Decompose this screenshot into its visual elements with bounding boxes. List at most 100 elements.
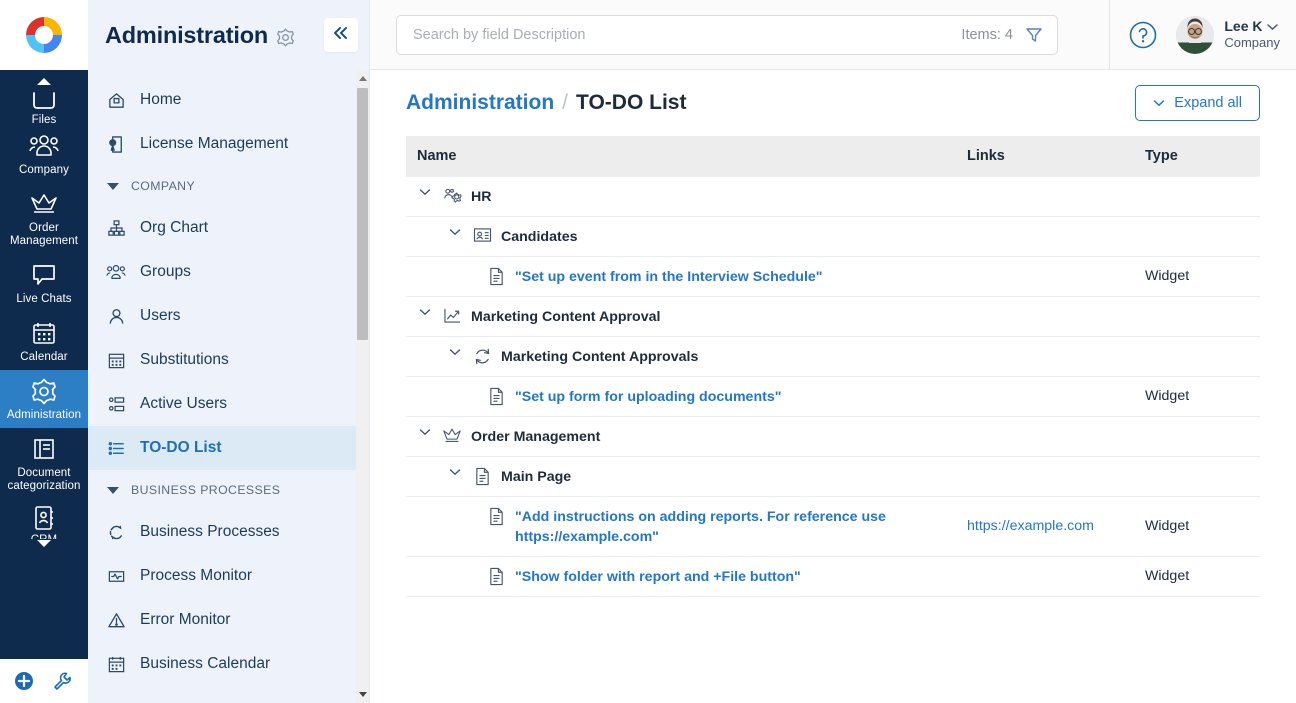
row-name-link[interactable]: "Set up event from in the Interview Sche…	[515, 266, 823, 287]
chevron-down-icon[interactable]	[447, 226, 463, 236]
sidebar-item-business-processes[interactable]: Business Processes	[88, 510, 369, 554]
crown-icon	[442, 426, 462, 444]
sidebar-item-process-monitor[interactable]: Process Monitor	[88, 554, 369, 598]
license-icon	[105, 135, 127, 154]
table-row[interactable]: "Set up event from in the Interview Sche…	[406, 256, 1260, 297]
user-menu[interactable]: Lee K Company	[1176, 15, 1280, 54]
search-container: Items: 4	[370, 14, 1109, 55]
expand-all-label: Expand all	[1174, 95, 1242, 111]
sidebar-item-business-calendar[interactable]: Business Calendar	[88, 642, 369, 686]
add-icon[interactable]	[14, 671, 34, 691]
rail-bottom-bar	[0, 659, 88, 703]
rail-scroll-up-icon[interactable]	[37, 78, 51, 85]
rail-item-calendar[interactable]: Calendar	[0, 312, 88, 370]
scroll-down-arrow-icon[interactable]	[359, 692, 367, 697]
help-circle-icon[interactable]	[1128, 20, 1158, 50]
table-row[interactable]: "Show folder with report and +File butto…	[406, 556, 1260, 597]
app-logo[interactable]	[0, 0, 88, 70]
rail-item-files[interactable]: Files	[0, 85, 88, 125]
column-header-links: Links	[956, 136, 1134, 176]
table-row[interactable]: Marketing Content Approvals	[406, 336, 1260, 377]
process-icon	[105, 523, 127, 542]
chevron-down-icon[interactable]	[447, 346, 463, 356]
wrench-icon[interactable]	[52, 671, 72, 691]
row-name-link[interactable]: "Set up form for uploading documents"	[515, 386, 781, 407]
rail-scroll-down-icon[interactable]	[37, 540, 51, 547]
chevron-down-icon[interactable]	[417, 426, 433, 436]
rail-item-crm[interactable]: CRM	[0, 499, 88, 539]
table-row[interactable]: Candidates	[406, 216, 1260, 257]
rail-item-document-categorization[interactable]: Document categorization	[0, 428, 88, 499]
substitutions-icon	[105, 351, 127, 370]
cell-type	[1134, 216, 1260, 257]
chevron-down-icon[interactable]	[417, 306, 433, 316]
sidebar-item-label: Home	[140, 91, 182, 108]
column-header-type: Type	[1134, 136, 1260, 176]
row-name-link[interactable]: "Add instructions on adding reports. For…	[515, 506, 956, 547]
row-name: HR	[471, 188, 492, 205]
row-name-link[interactable]: "Show folder with report and +File butto…	[515, 566, 801, 587]
sidebar-item-home[interactable]: Home	[88, 78, 369, 122]
chevron-down-icon[interactable]	[417, 186, 433, 196]
sidebar-item-label: Business Calendar	[140, 655, 271, 672]
rail-item-live-chats[interactable]: Live Chats	[0, 254, 88, 312]
cell-type	[1134, 456, 1260, 497]
sidebar-item-error-monitor[interactable]: Error Monitor	[88, 598, 369, 642]
cell-name: Main Page	[406, 456, 956, 497]
row-name: Order Management	[471, 428, 601, 445]
table-row[interactable]: "Set up form for uploading documents" Wi…	[406, 376, 1260, 417]
search-box[interactable]: Items: 4	[396, 14, 1058, 55]
sidebar-scrollbar-thumb[interactable]	[357, 88, 368, 340]
table-row[interactable]: HR	[406, 175, 1260, 217]
cell-name: Marketing Content Approvals	[406, 336, 956, 377]
caret-down-icon	[107, 182, 119, 190]
content-area: Administration / TO-DO List Expand all N…	[370, 70, 1296, 703]
gear-icon[interactable]	[276, 24, 295, 47]
breadcrumb-parent[interactable]: Administration	[406, 91, 554, 115]
sidebar-group-business-processes[interactable]: BUSINESS PROCESSES	[88, 470, 369, 510]
page-title: TO-DO List	[576, 91, 687, 114]
items-count-label: Items: 4	[961, 26, 1013, 43]
chevron-down-icon[interactable]	[447, 466, 463, 476]
expand-all-button[interactable]: Expand all	[1135, 85, 1260, 121]
sidebar-item-label: Org Chart	[140, 219, 209, 236]
rail-item-company[interactable]: Company	[0, 125, 88, 183]
sidebar-collapse-button[interactable]	[324, 18, 358, 52]
warning-icon	[105, 611, 127, 630]
sidebar-item-org-chart[interactable]: Org Chart	[88, 206, 369, 250]
row-name: Marketing Content Approvals	[501, 348, 699, 365]
table-row[interactable]: Order Management	[406, 416, 1260, 457]
sidebar-scrollbar[interactable]	[356, 70, 369, 703]
rail-item-order-management[interactable]: Order Management	[0, 183, 88, 254]
cell-links	[956, 256, 1134, 297]
cell-links: https://example.com	[956, 496, 1134, 557]
table-row[interactable]: Main Page	[406, 456, 1260, 497]
todo-table: Name Links Type HR Candidates "Set up ev…	[406, 136, 1260, 597]
cell-name: "Set up event from in the Interview Sche…	[406, 256, 956, 297]
search-input[interactable]	[413, 26, 962, 43]
avatar	[1176, 15, 1215, 54]
rail-item-label: Calendar	[20, 351, 68, 363]
sidebar-item-users[interactable]: Users	[88, 294, 369, 338]
scroll-up-arrow-icon[interactable]	[359, 76, 367, 81]
sidebar-item-license-management[interactable]: License Management	[88, 122, 369, 166]
sidebar-item-active-users[interactable]: Active Users	[88, 382, 369, 426]
table-row[interactable]: "Add instructions on adding reports. For…	[406, 496, 1260, 557]
column-header-name: Name	[406, 136, 956, 176]
sidebar-item-substitutions[interactable]: Substitutions	[88, 338, 369, 382]
rail-item-administration[interactable]: Administration	[0, 370, 88, 428]
cell-type: Widget	[1134, 496, 1260, 557]
filter-icon[interactable]	[1025, 26, 1043, 44]
row-name: Candidates	[501, 228, 578, 245]
sidebar-item-groups[interactable]: Groups	[88, 250, 369, 294]
sidebar-group-company[interactable]: COMPANY	[88, 166, 369, 206]
sidebar-nav-list: Home License Management COMPANY Org Char…	[88, 70, 369, 703]
cell-links	[956, 175, 1134, 217]
active-users-icon	[105, 395, 127, 414]
chevron-down-icon[interactable]	[1267, 18, 1279, 36]
user-org: Company	[1224, 35, 1280, 51]
table-row[interactable]: Marketing Content Approval	[406, 296, 1260, 337]
sidebar-item-label: Groups	[140, 263, 191, 280]
row-link[interactable]: https://example.com	[967, 518, 1094, 534]
sidebar-item-todo-list[interactable]: TO-DO List	[88, 426, 369, 470]
